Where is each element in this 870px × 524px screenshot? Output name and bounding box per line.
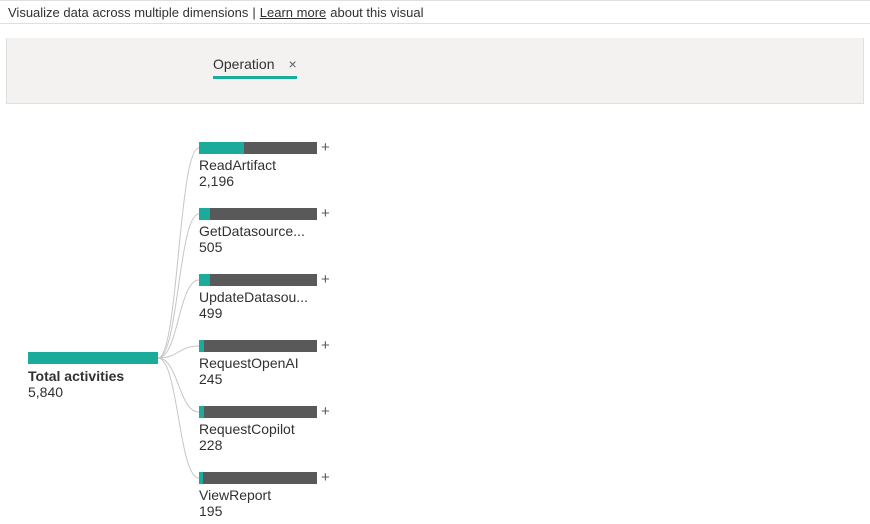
column-header-band: Operation × xyxy=(6,38,864,104)
child-value: 505 xyxy=(199,239,349,255)
child-bar xyxy=(199,274,317,286)
root-bar xyxy=(28,352,158,364)
child-bar-fill xyxy=(199,142,244,154)
child-value: 499 xyxy=(199,305,349,321)
child-label: ViewReport xyxy=(199,487,329,503)
tree-canvas: Total activities 5,840 + ReadArtifact2,19… xyxy=(0,104,870,524)
child-label: GetDatasource... xyxy=(199,223,329,239)
child-node[interactable]: + ViewReport195 xyxy=(199,472,349,519)
child-node[interactable]: + RequestCopilot228 xyxy=(199,406,349,453)
expand-icon[interactable]: + xyxy=(321,404,330,419)
child-value: 228 xyxy=(199,437,349,453)
child-bar-fill xyxy=(199,472,203,484)
root-node[interactable]: Total activities 5,840 xyxy=(28,352,158,400)
child-bar-fill xyxy=(199,274,210,286)
tree-connectors xyxy=(0,104,870,524)
child-node[interactable]: + RequestOpenAI245 xyxy=(199,340,349,387)
expand-icon[interactable]: + xyxy=(321,140,330,155)
expand-icon[interactable]: + xyxy=(321,470,330,485)
child-label: RequestCopilot xyxy=(199,421,329,437)
child-node[interactable]: + ReadArtifact2,196 xyxy=(199,142,349,189)
child-node[interactable]: + GetDatasource...505 xyxy=(199,208,349,255)
info-bar: Visualize data across multiple dimension… xyxy=(0,0,870,24)
column-pill-operation[interactable]: Operation × xyxy=(213,56,297,79)
child-value: 2,196 xyxy=(199,173,349,189)
child-value: 195 xyxy=(199,503,349,519)
child-value: 245 xyxy=(199,371,349,387)
root-label: Total activities xyxy=(28,368,158,384)
info-separator: | xyxy=(252,5,255,20)
child-bar-fill xyxy=(199,340,204,352)
child-bar xyxy=(199,208,317,220)
child-bar xyxy=(199,472,317,484)
child-label: RequestOpenAI xyxy=(199,355,329,371)
child-label: UpdateDatasou... xyxy=(199,289,329,305)
child-bar xyxy=(199,406,317,418)
expand-icon[interactable]: + xyxy=(321,272,330,287)
child-label: ReadArtifact xyxy=(199,157,329,173)
info-suffix: about this visual xyxy=(330,5,423,20)
column-label: Operation xyxy=(213,56,274,72)
expand-icon[interactable]: + xyxy=(321,206,330,221)
root-value: 5,840 xyxy=(28,384,158,400)
child-bar xyxy=(199,142,317,154)
child-bar-fill xyxy=(199,208,210,220)
info-text: Visualize data across multiple dimension… xyxy=(8,5,248,20)
child-node[interactable]: + UpdateDatasou...499 xyxy=(199,274,349,321)
child-bar xyxy=(199,340,317,352)
expand-icon[interactable]: + xyxy=(321,338,330,353)
close-icon[interactable]: × xyxy=(288,57,296,71)
learn-more-link[interactable]: Learn more xyxy=(260,5,326,20)
child-bar-fill xyxy=(199,406,204,418)
